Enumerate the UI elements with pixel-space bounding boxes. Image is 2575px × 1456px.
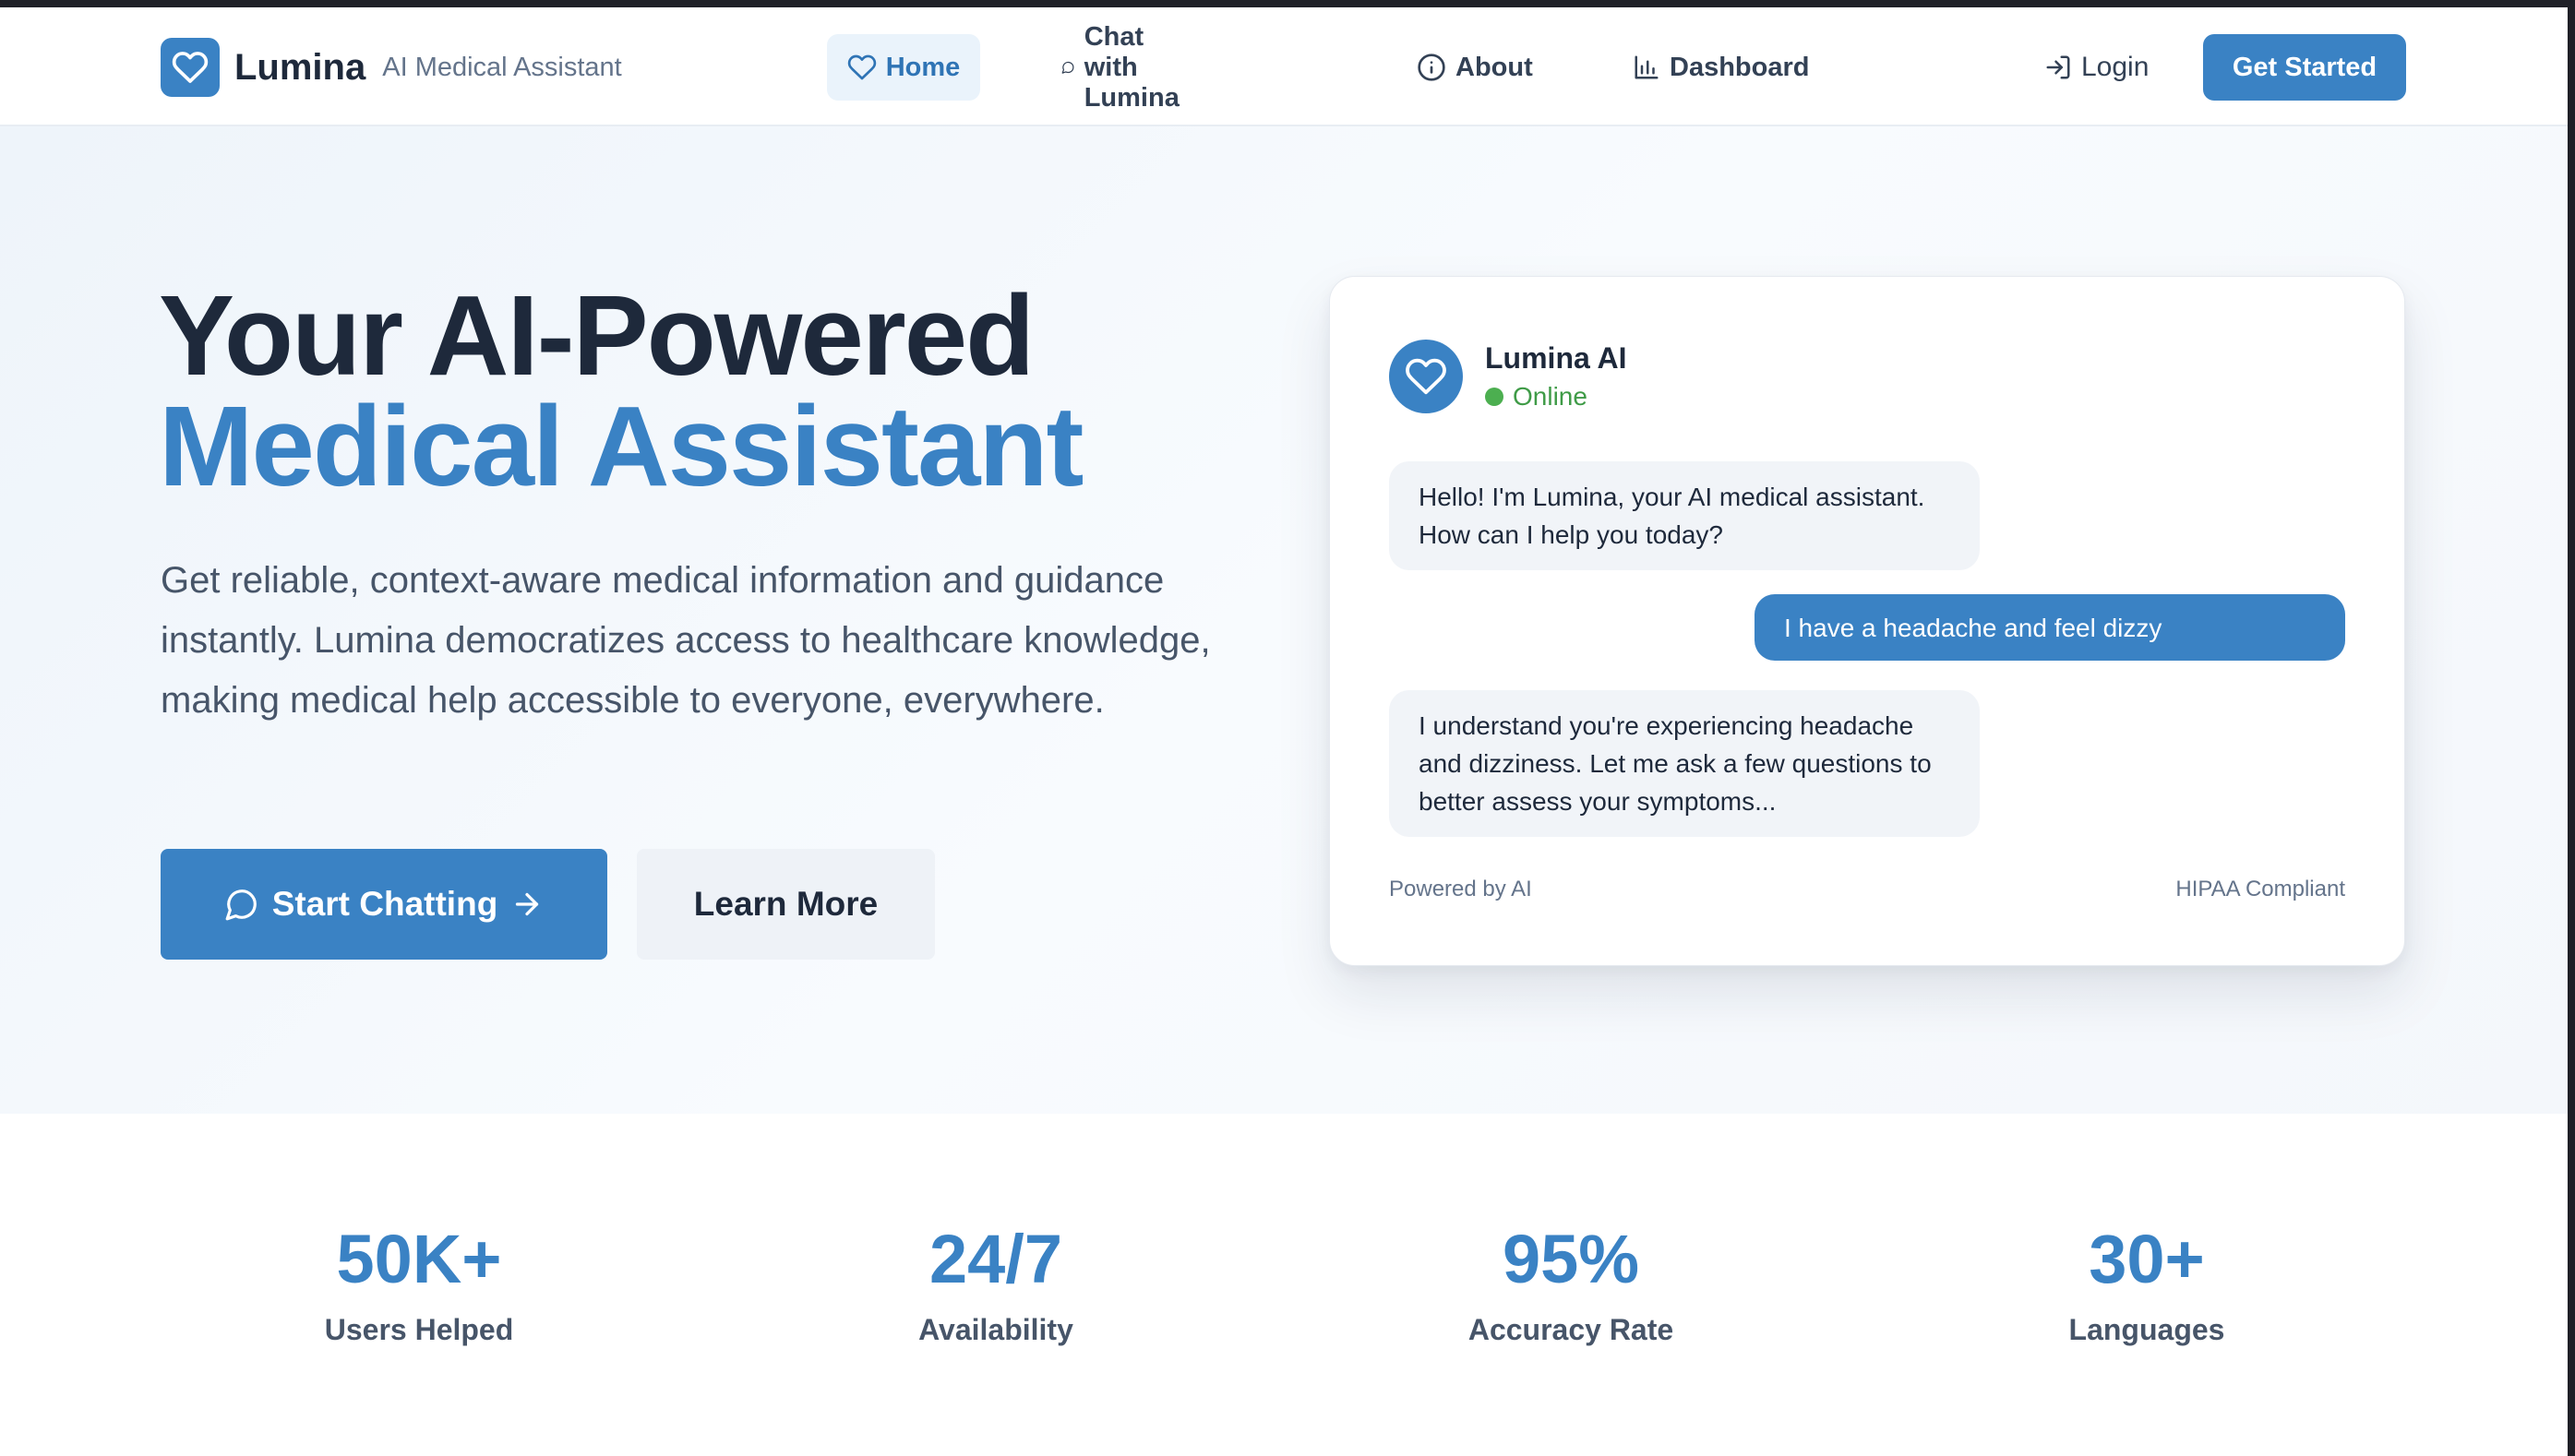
stat-label: Users Helped xyxy=(324,1313,514,1346)
stat-value: 24/7 xyxy=(928,1221,1063,1297)
brand-name: Lumina xyxy=(234,46,366,88)
stat-languages: 30+ Languages xyxy=(1981,1223,2313,1347)
hipaa-label: HIPAA Compliant xyxy=(2175,877,2345,901)
login-button[interactable]: Login xyxy=(2044,34,2149,101)
stat-value: 50K+ xyxy=(336,1221,502,1297)
window-top-edge xyxy=(0,0,2575,7)
chat-message-ai: I understand you're experiencing headach… xyxy=(1389,690,1980,837)
heart-icon xyxy=(1389,340,1463,413)
site-header: Lumina AI Medical Assistant Home Chat wi… xyxy=(0,7,2568,126)
nav-item-chat[interactable]: Chat with Lumina xyxy=(1061,22,1193,113)
arrow-right-icon xyxy=(516,892,539,916)
assistant-name: Lumina AI xyxy=(1485,341,1627,375)
login-icon xyxy=(2046,55,2070,79)
stat-accuracy: 95% Accuracy Rate xyxy=(1405,1223,1737,1347)
nav-item-label: Home xyxy=(885,52,961,82)
chat-message-user: I have a headache and feel dizzy xyxy=(1755,594,2345,661)
stat-users: 50K+ Users Helped xyxy=(253,1223,585,1347)
status-text: Online xyxy=(1513,382,1587,411)
brand-subtitle: AI Medical Assistant xyxy=(382,52,622,82)
nav-item-about[interactable]: About xyxy=(1417,34,1533,101)
stat-label: Languages xyxy=(2068,1313,2225,1346)
info-circle-icon xyxy=(1418,54,1445,81)
chat-bubble-icon xyxy=(1061,61,1074,74)
get-started-button[interactable]: Get Started xyxy=(2203,34,2406,101)
heart-icon xyxy=(847,54,876,80)
heart-icon xyxy=(161,38,220,97)
brand[interactable]: Lumina AI Medical Assistant xyxy=(161,38,622,97)
learn-more-button[interactable]: Learn More xyxy=(637,849,935,960)
start-chatting-label: Start Chatting xyxy=(271,885,498,923)
login-label: Login xyxy=(2081,52,2150,82)
status-dot xyxy=(1485,388,1503,406)
start-chatting-button[interactable]: Start Chatting xyxy=(161,849,607,960)
chat-preview-card: Lumina AI Online Hello! I'm Lumina, your… xyxy=(1329,276,2405,966)
stat-availability: 24/7 Availability xyxy=(830,1223,1162,1347)
hero-title: Your AI-Powered Medical Assistant xyxy=(159,273,1084,510)
hero-title-line1: Your AI-Powered xyxy=(159,273,1035,400)
nav-item-label: About xyxy=(1455,52,1533,82)
window-right-edge xyxy=(2568,0,2575,1456)
hero-section: Your AI-Powered Medical Assistant Get re… xyxy=(0,126,2568,1114)
chat-bubble-icon xyxy=(225,889,257,921)
stat-value: 30+ xyxy=(2089,1221,2205,1297)
stat-label: Accuracy Rate xyxy=(1467,1313,1674,1346)
stat-value: 95% xyxy=(1502,1221,1640,1297)
chat-message-ai: Hello! I'm Lumina, your AI medical assis… xyxy=(1389,461,1980,570)
nav-item-home[interactable]: Home xyxy=(827,34,980,101)
bar-chart-icon xyxy=(1635,55,1659,79)
online-status: Online xyxy=(1485,382,1587,412)
hero-title-line2: Medical Assistant xyxy=(159,384,1084,510)
powered-by-label: Powered by AI xyxy=(1389,877,1532,901)
stat-label: Availability xyxy=(918,1313,1073,1346)
nav-item-label: Dashboard xyxy=(1670,52,1810,82)
nav-item-label: Chat with Lumina xyxy=(1084,21,1180,113)
nav-item-dashboard[interactable]: Dashboard xyxy=(1633,34,1809,101)
hero-description: Get reliable, context-aware medical info… xyxy=(161,560,1211,721)
